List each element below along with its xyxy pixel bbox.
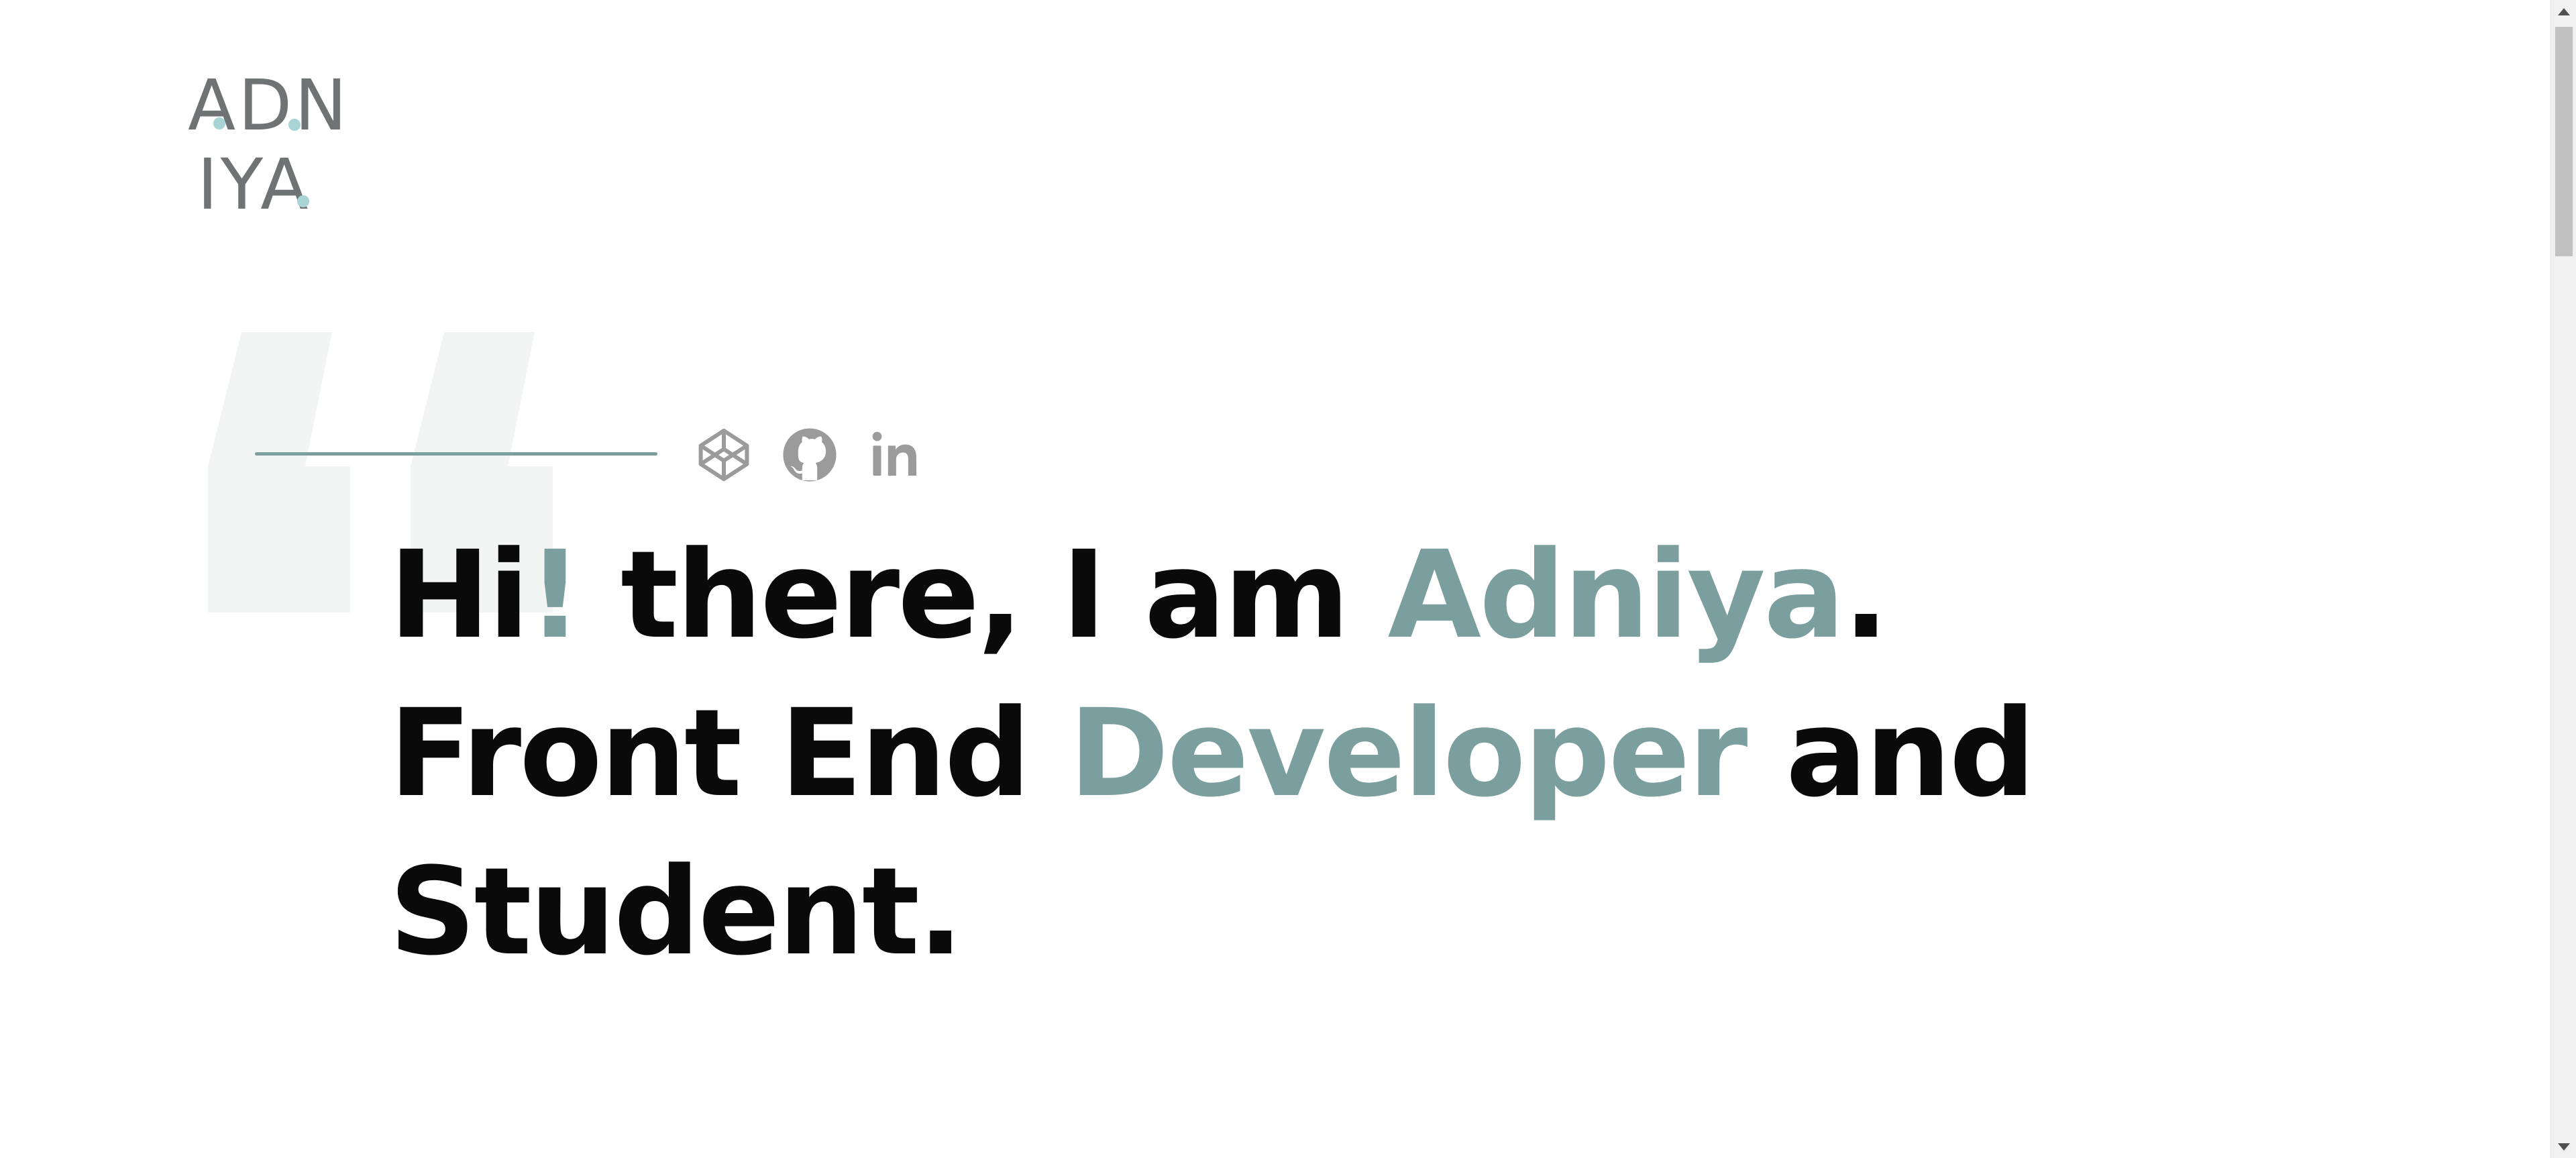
quote-mark-shape	[208, 332, 350, 613]
logo-dot	[297, 195, 309, 207]
headline-exclamation: !	[527, 525, 582, 666]
logo-text-row-2: IYA	[197, 144, 311, 225]
headline-role: Developer	[1069, 684, 1748, 824]
header-divider	[255, 452, 657, 456]
headline-and: and	[1746, 684, 2035, 824]
github-icon	[783, 428, 837, 482]
linkedin-icon	[872, 431, 916, 476]
logo-text-row-1: ADN	[188, 64, 350, 146]
social-links	[695, 423, 924, 487]
scrollbar-thumb[interactable]	[2555, 27, 2573, 256]
vertical-scrollbar[interactable]	[2551, 0, 2576, 1158]
headline-line-1: Hi! there, I am Adniya.	[389, 517, 2033, 675]
headline-name: Adniya	[1387, 525, 1845, 666]
github-link[interactable]	[781, 426, 839, 484]
headline-line-2: Front End Developer and	[389, 675, 2035, 833]
hero-headline: Hi! there, I am Adniya. Front End Develo…	[389, 517, 2035, 992]
codepen-icon	[698, 428, 749, 482]
headline-hi: Hi	[389, 525, 529, 666]
headline-intro: there, I am	[580, 525, 1388, 666]
arrow-down-icon	[2558, 1143, 2570, 1151]
scroll-up-button[interactable]	[2551, 0, 2576, 23]
headline-line-3: Student.	[389, 842, 963, 982]
headline-period: .	[1843, 525, 1888, 666]
scroll-down-button[interactable]	[2551, 1135, 2576, 1158]
page: ADN IYA Hi! there, I am Adniya. Front En…	[0, 0, 2576, 1158]
linkedin-link[interactable]	[867, 426, 924, 484]
site-logo[interactable]: ADN IYA	[188, 70, 347, 225]
arrow-up-icon	[2558, 7, 2570, 15]
logo-dot	[213, 117, 225, 129]
codepen-link[interactable]	[695, 426, 753, 484]
logo-dot	[288, 119, 301, 131]
headline-role-prefix: Front End	[389, 684, 1069, 824]
